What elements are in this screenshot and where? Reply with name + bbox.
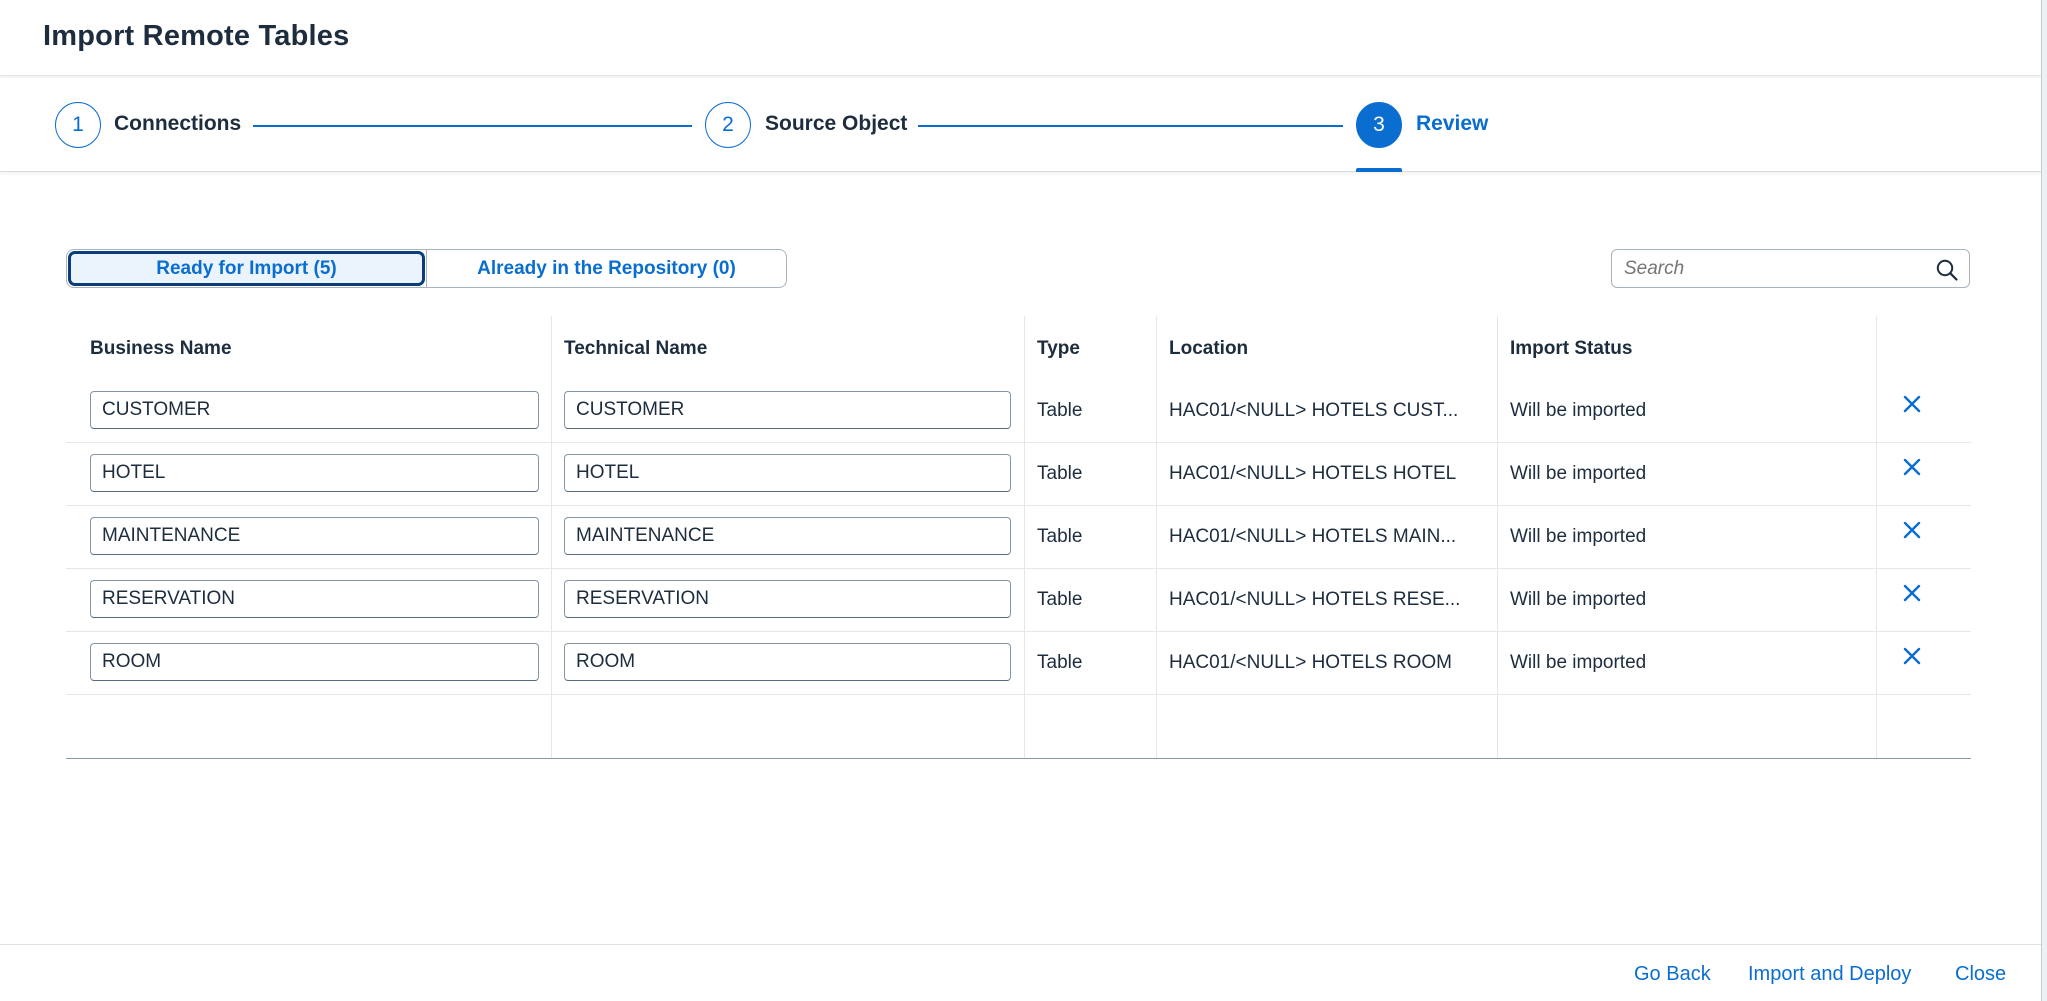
close-icon[interactable] xyxy=(1898,390,1926,418)
close-icon[interactable] xyxy=(1898,642,1926,670)
column-header-business-name[interactable]: Business Name xyxy=(90,338,232,360)
column-header-import-status[interactable]: Import Status xyxy=(1510,338,1632,360)
import-status-cell: Will be imported xyxy=(1510,652,1647,673)
close-icon[interactable] xyxy=(1898,516,1926,544)
segment-already-in-repository[interactable]: Already in the Repository (0) xyxy=(426,250,786,287)
import-status-cell: Will be imported xyxy=(1510,463,1647,484)
import-status-cell: Will be imported xyxy=(1510,526,1647,547)
column-separator xyxy=(1024,316,1025,759)
column-separator xyxy=(1156,316,1157,759)
location-cell: HAC01/<NULL> HOTELS HOTEL xyxy=(1169,463,1457,484)
import-remote-tables-dialog: Import Remote Tables 1 Connections 2 Sou… xyxy=(0,0,2042,1001)
column-header-technical-name[interactable]: Technical Name xyxy=(564,338,707,360)
close-icon[interactable] xyxy=(1898,453,1926,481)
row-divider xyxy=(66,694,1971,695)
table-bottom-border xyxy=(66,758,1971,759)
wizard-step-2-circle[interactable]: 2 xyxy=(705,102,751,148)
type-cell: Table xyxy=(1037,463,1083,484)
dialog-footer: Go Back Import and Deploy Close xyxy=(0,944,2041,1001)
row-divider xyxy=(66,442,1971,443)
column-separator xyxy=(1876,316,1877,759)
business-name-input[interactable] xyxy=(90,391,539,429)
wizard-step-3-label[interactable]: Review xyxy=(1416,112,1488,136)
technical-name-input[interactable] xyxy=(564,517,1011,555)
business-name-input[interactable] xyxy=(90,517,539,555)
wizard-connector-1 xyxy=(253,125,692,127)
remote-tables-table: Business Name Technical Name Type Locati… xyxy=(66,316,1971,759)
wizard-connector-2 xyxy=(918,125,1343,127)
search-input[interactable] xyxy=(1624,256,1924,282)
row-divider xyxy=(66,568,1971,569)
wizard-step-1-circle[interactable]: 1 xyxy=(55,102,101,148)
wizard-step-3-circle[interactable]: 3 xyxy=(1356,102,1402,148)
type-cell: Table xyxy=(1037,400,1083,421)
technical-name-input[interactable] xyxy=(564,391,1011,429)
import-filter-segmented-button: Ready for Import (5) Already in the Repo… xyxy=(66,249,787,288)
import-and-deploy-button[interactable]: Import and Deploy xyxy=(1748,963,1911,986)
row-divider xyxy=(66,631,1971,632)
technical-name-input[interactable] xyxy=(564,454,1011,492)
import-status-cell: Will be imported xyxy=(1510,589,1647,610)
business-name-input[interactable] xyxy=(90,643,539,681)
business-name-input[interactable] xyxy=(90,580,539,618)
row-divider xyxy=(66,505,1971,506)
column-header-location[interactable]: Location xyxy=(1169,338,1248,360)
segment-ready-for-import[interactable]: Ready for Import (5) xyxy=(68,251,425,286)
wizard-step-2-label[interactable]: Source Object xyxy=(765,112,907,136)
location-cell: HAC01/<NULL> HOTELS MAIN... xyxy=(1169,526,1457,547)
technical-name-input[interactable] xyxy=(564,643,1011,681)
business-name-input[interactable] xyxy=(90,454,539,492)
go-back-button[interactable]: Go Back xyxy=(1634,963,1711,986)
search-field xyxy=(1611,249,1970,288)
type-cell: Table xyxy=(1037,652,1083,673)
type-cell: Table xyxy=(1037,589,1083,610)
close-button[interactable]: Close xyxy=(1955,963,2006,986)
wizard-step-1-label[interactable]: Connections xyxy=(114,112,241,136)
import-status-cell: Will be imported xyxy=(1510,400,1647,421)
location-cell: HAC01/<NULL> HOTELS CUST... xyxy=(1169,400,1459,421)
type-cell: Table xyxy=(1037,526,1083,547)
search-icon[interactable] xyxy=(1935,258,1959,282)
column-header-type[interactable]: Type xyxy=(1037,338,1080,360)
location-cell: HAC01/<NULL> HOTELS RESE... xyxy=(1169,589,1461,610)
wizard-progress-bar: 1 Connections 2 Source Object 3 Review xyxy=(0,78,2041,172)
dialog-title: Import Remote Tables xyxy=(43,20,350,52)
dialog-header: Import Remote Tables xyxy=(0,0,2041,76)
close-icon[interactable] xyxy=(1898,579,1926,607)
wizard-active-indicator xyxy=(1356,168,1402,172)
location-cell: HAC01/<NULL> HOTELS ROOM xyxy=(1169,652,1452,673)
column-separator xyxy=(1497,316,1498,759)
column-separator xyxy=(551,316,552,759)
technical-name-input[interactable] xyxy=(564,580,1011,618)
